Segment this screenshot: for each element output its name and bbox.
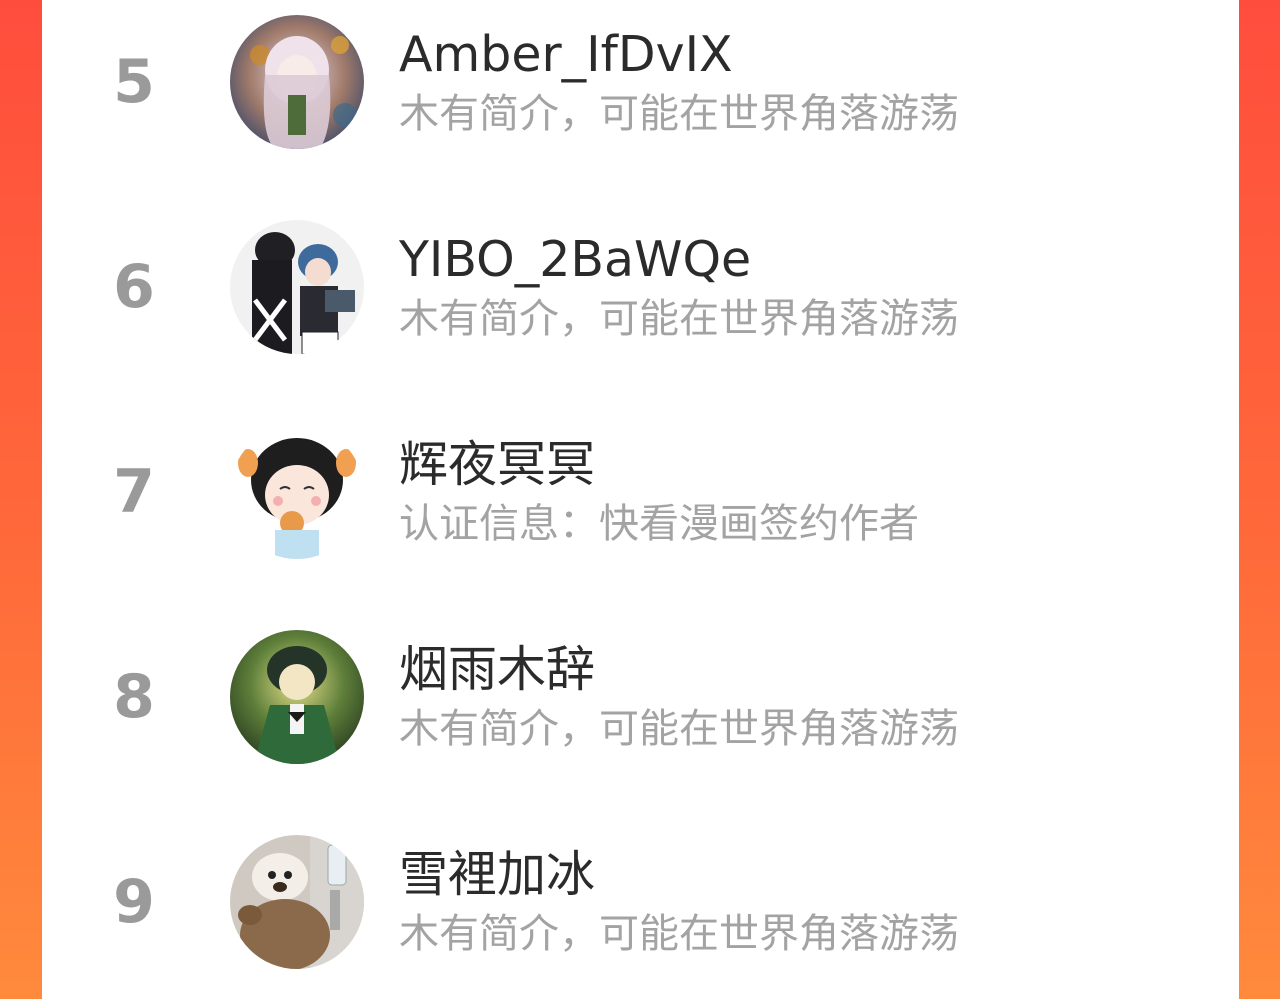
avatar-green-character-icon[interactable] <box>230 630 364 764</box>
user-description: 木有简介，可能在世界角落游荡 <box>399 706 959 752</box>
user-description: 认证信息：快看漫画签约作者 <box>399 501 919 547</box>
user-name[interactable]: 辉夜冥冥 <box>399 440 595 489</box>
rank-number: 5 <box>113 47 155 117</box>
rank-number: 9 <box>113 867 155 937</box>
user-name[interactable]: 烟雨木辞 <box>399 645 595 694</box>
ranking-row[interactable]: 5 Amber_IfDvIX 木有简介，可能在世界角落游荡 <box>42 12 1239 152</box>
user-name[interactable]: Amber_IfDvIX <box>399 30 733 79</box>
ranking-row[interactable]: 9 雪裡加冰 木有简介，可能在世界角落游荡 <box>42 832 1239 972</box>
user-name[interactable]: 雪裡加冰 <box>399 850 595 899</box>
ranking-row[interactable]: 8 烟雨木辞 木有简介，可能在世界角落游荡 <box>42 627 1239 767</box>
ranking-row[interactable]: 6 YIBO_2BaWQe 木有简介，可能在世界角落游荡 <box>42 217 1239 357</box>
user-description: 木有简介，可能在世界角落游荡 <box>399 911 959 957</box>
user-name[interactable]: YIBO_2BaWQe <box>399 235 751 284</box>
avatar-anime-girl-icon[interactable] <box>230 15 364 149</box>
ranking-row[interactable]: 7 辉夜冥冥 认证信息：快看漫画签约作者 <box>42 422 1239 562</box>
user-description: 木有简介，可能在世界角落游荡 <box>399 296 959 342</box>
user-description: 木有简介，可能在世界角落游荡 <box>399 91 959 137</box>
rank-number: 6 <box>113 252 155 322</box>
avatar-teddy-bear-icon[interactable] <box>230 835 364 969</box>
rank-number: 7 <box>113 457 155 527</box>
avatar-anime-duo-icon[interactable] <box>230 220 364 354</box>
avatar-chibi-girl-icon[interactable] <box>230 425 364 559</box>
ranking-panel: 5 Amber_IfDvIX 木有简介，可能在世界角落游荡 6 YIBO_2Ba… <box>42 0 1239 999</box>
rank-number: 8 <box>113 662 155 732</box>
